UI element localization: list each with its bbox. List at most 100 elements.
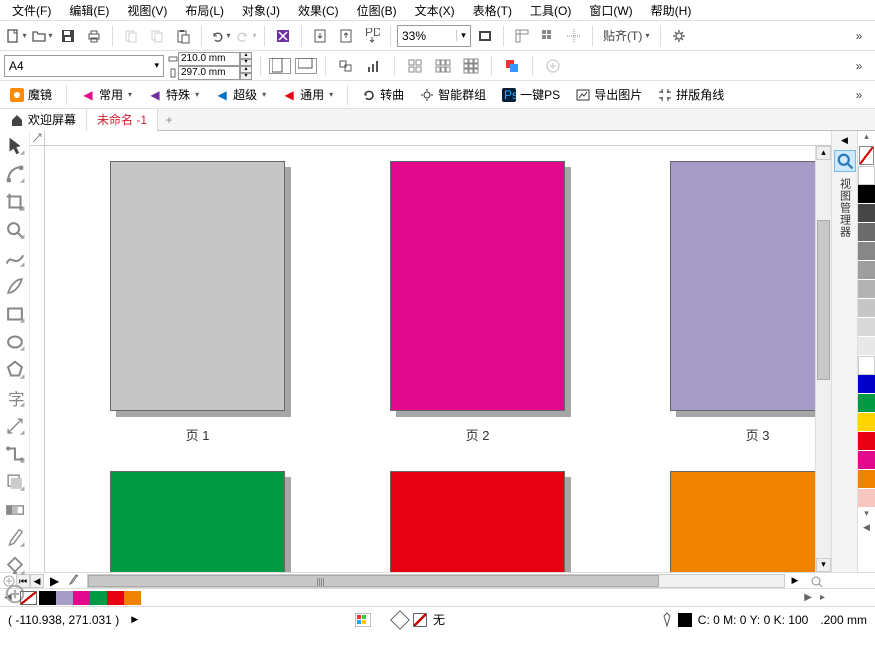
eyedropper-tool[interactable]: ◢ [4, 527, 26, 549]
swatch-16[interactable] [858, 470, 875, 489]
view-manager-docker[interactable] [834, 150, 856, 172]
swatch-15[interactable] [858, 451, 875, 470]
menu-bitmap[interactable]: 位图(B) [349, 0, 405, 21]
landscape-button[interactable] [295, 58, 317, 74]
plugin-zhuanqu[interactable]: 转曲 [356, 84, 410, 105]
publish-pdf-button[interactable]: PDF [360, 24, 384, 48]
doc-swatch-5[interactable] [124, 591, 141, 605]
menu-file[interactable]: 文件(F) [4, 0, 59, 21]
palette-down[interactable]: ▾ [858, 508, 875, 522]
polygon-tool[interactable]: ◢ [4, 359, 26, 381]
plugin-tongyong[interactable]: ◀通用▾ [276, 84, 339, 105]
new-button[interactable]: ▾ [4, 24, 28, 48]
copy-button[interactable] [145, 24, 169, 48]
swatch-5[interactable] [858, 261, 875, 280]
plugin-changyong[interactable]: ◀常用▾ [75, 84, 138, 105]
palette-up[interactable]: ▴ [858, 131, 875, 145]
plugin-yijianps[interactable]: Ps一键PS [496, 84, 566, 105]
plugin-teshu[interactable]: ◀特殊▾ [142, 84, 205, 105]
distribute-button[interactable] [362, 54, 386, 78]
fill-indicator[interactable] [390, 610, 410, 630]
swatch-4[interactable] [858, 242, 875, 261]
plugin-zhineng[interactable]: 智能群组 [414, 84, 492, 105]
paste-button[interactable] [171, 24, 195, 48]
portrait-button[interactable] [269, 58, 291, 74]
page-thumb-4[interactable] [110, 471, 285, 572]
doc-swatch-none[interactable] [20, 591, 37, 605]
swatch-17[interactable] [858, 489, 875, 508]
rulers-button[interactable] [510, 24, 534, 48]
swatch-13[interactable] [858, 413, 875, 432]
color-proof-icon[interactable] [355, 613, 371, 627]
grid4-button[interactable] [403, 54, 427, 78]
treat-as-filled-button[interactable] [500, 54, 524, 78]
add-preset-button[interactable] [541, 54, 565, 78]
align-button[interactable] [334, 54, 358, 78]
toolbar-overflow[interactable]: » [847, 24, 871, 48]
options-button[interactable] [667, 24, 691, 48]
guides-button[interactable] [562, 24, 586, 48]
interactive-fill-tool[interactable]: ◢ [4, 555, 26, 577]
transparency-tool[interactable] [4, 499, 26, 521]
menu-table[interactable]: 表格(T) [465, 0, 520, 21]
swatch-10[interactable] [858, 356, 875, 375]
swatch-3[interactable] [858, 223, 875, 242]
undo-button[interactable]: ▾ [208, 24, 232, 48]
swatch-none[interactable] [859, 146, 874, 165]
menu-view[interactable]: 视图(V) [119, 0, 175, 21]
open-button[interactable]: ▾ [30, 24, 54, 48]
menu-layout[interactable]: 布局(L) [177, 0, 232, 21]
zoom-input[interactable] [398, 29, 456, 43]
doc-swatch-3[interactable] [90, 591, 107, 605]
drop-shadow-tool[interactable]: ◢ [4, 471, 26, 493]
tab-welcome[interactable]: 欢迎屏幕 [0, 109, 87, 131]
print-button[interactable] [82, 24, 106, 48]
parallel-dim-tool[interactable]: ◢ [4, 415, 26, 437]
menu-window[interactable]: 窗口(W) [581, 0, 640, 21]
page-height-input[interactable] [178, 66, 240, 80]
fullscreen-button[interactable] [473, 24, 497, 48]
swatch-0[interactable] [858, 166, 875, 185]
navigator-button[interactable] [809, 574, 823, 588]
plugin-daochu[interactable]: 导出图片 [570, 84, 648, 105]
horizontal-scrollbar[interactable] [87, 574, 785, 588]
propbar-overflow[interactable]: » [847, 54, 871, 78]
outline-pen-icon[interactable] [662, 612, 672, 628]
rectangle-tool[interactable]: ◢ [4, 303, 26, 325]
tab-add[interactable]: + [158, 113, 180, 127]
menu-text[interactable]: 文本(X) [407, 0, 463, 21]
swatch-9[interactable] [858, 337, 875, 356]
dock-expand-arrow[interactable]: ◀ [841, 135, 848, 146]
ruler-origin[interactable] [30, 131, 45, 146]
vertical-scrollbar[interactable]: ▴ ▾ [815, 146, 831, 572]
paper-size-combo[interactable]: A4▾ [4, 55, 164, 77]
status-next[interactable]: ▶ [131, 614, 138, 625]
pluginbar-overflow[interactable]: » [847, 83, 871, 107]
export-button[interactable] [334, 24, 358, 48]
ellipse-tool[interactable]: ◢ [4, 331, 26, 353]
swatch-14[interactable] [858, 432, 875, 451]
ruler-horizontal[interactable] [45, 131, 831, 146]
grid-button[interactable] [536, 24, 560, 48]
doc-swatch-4[interactable] [107, 591, 124, 605]
page-thumb-2[interactable] [390, 161, 565, 411]
plugin-pinban[interactable]: 拼版角线 [652, 84, 730, 105]
plugin-mojing[interactable]: 魔镜 [4, 84, 58, 105]
swatch-8[interactable] [858, 318, 875, 337]
swatch-7[interactable] [858, 299, 875, 318]
menu-object[interactable]: 对象(J) [234, 0, 288, 21]
menu-tools[interactable]: 工具(O) [522, 0, 579, 21]
palette-flyout[interactable]: ◀ [858, 522, 875, 536]
connector-tool[interactable]: ◢ [4, 443, 26, 465]
redo-button[interactable]: ▾ [234, 24, 258, 48]
crop-tool[interactable]: ◢ [4, 191, 26, 213]
search-content-button[interactable] [271, 24, 295, 48]
artistic-media-tool[interactable] [4, 275, 26, 297]
import-button[interactable] [308, 24, 332, 48]
doc-swatch-0[interactable] [39, 591, 56, 605]
pick-tool[interactable]: ◢ [4, 135, 26, 157]
snap-button[interactable]: 贴齐(T) ▾ [599, 24, 654, 48]
no-fill-indicator[interactable] [413, 613, 427, 627]
grid9-button[interactable] [459, 54, 483, 78]
swatch-2[interactable] [858, 204, 875, 223]
